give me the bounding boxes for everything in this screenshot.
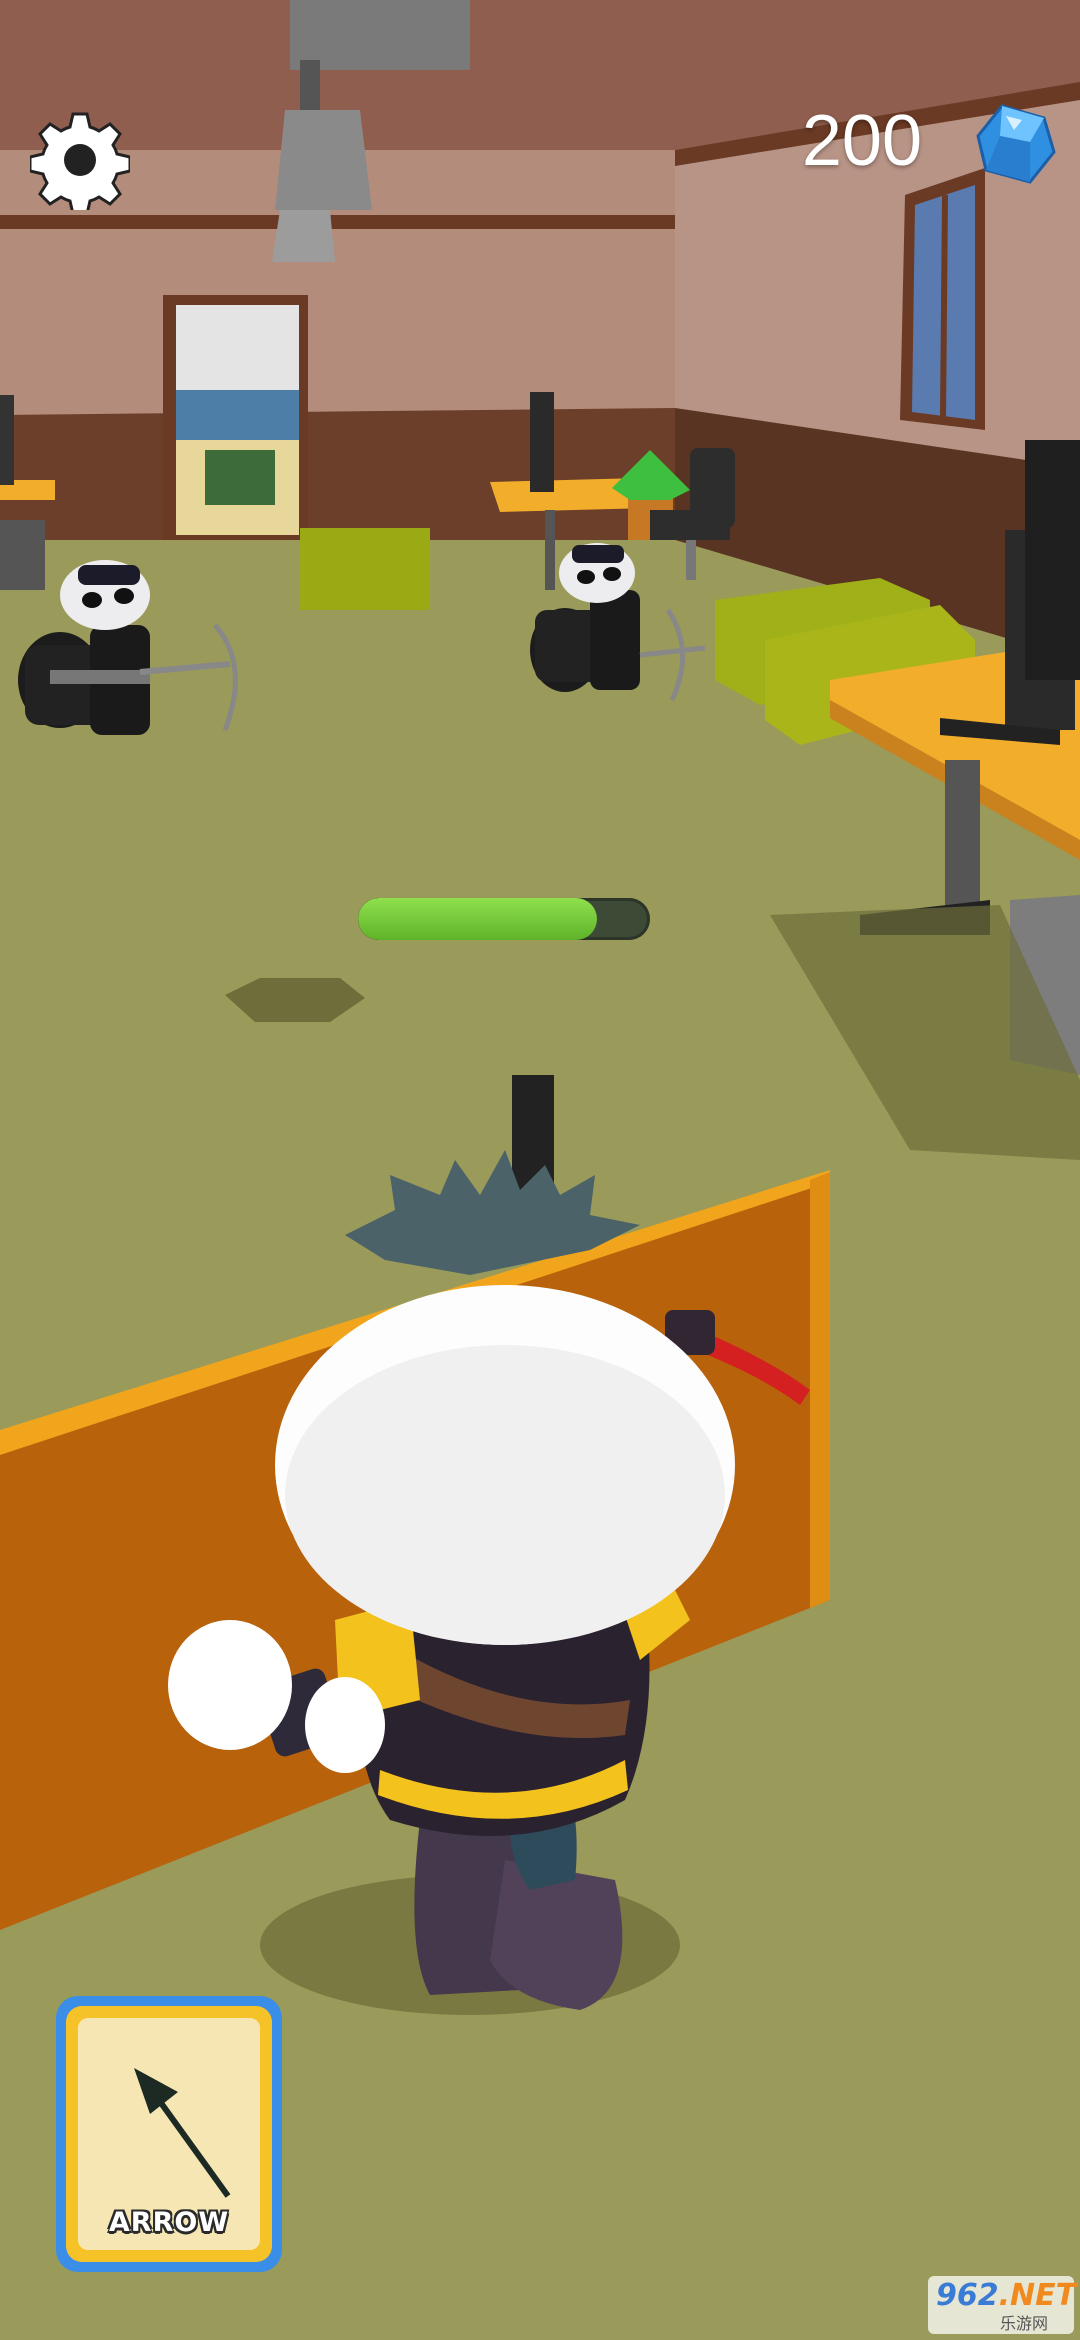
blue-gem-icon bbox=[972, 100, 1060, 188]
arrow-icon bbox=[134, 2068, 231, 2198]
health-bar-fill bbox=[358, 898, 598, 940]
arrow-card-label: ARROW bbox=[108, 2207, 230, 2238]
game-scene bbox=[0, 0, 1080, 2340]
gem-count: 200 bbox=[801, 101, 922, 181]
ceiling-lamp bbox=[290, 0, 470, 70]
watermark-logo: 962.NET 乐游网 bbox=[928, 2276, 1076, 2334]
sofa-back bbox=[300, 528, 430, 610]
back-wall-wainscot bbox=[0, 408, 675, 540]
arrow-ability-card[interactable]: ARROW bbox=[56, 1996, 282, 2272]
gear-icon bbox=[28, 112, 132, 216]
back-wall-trim bbox=[0, 215, 675, 229]
enemy-health-bar bbox=[358, 898, 650, 940]
settings-button[interactable] bbox=[28, 110, 132, 216]
